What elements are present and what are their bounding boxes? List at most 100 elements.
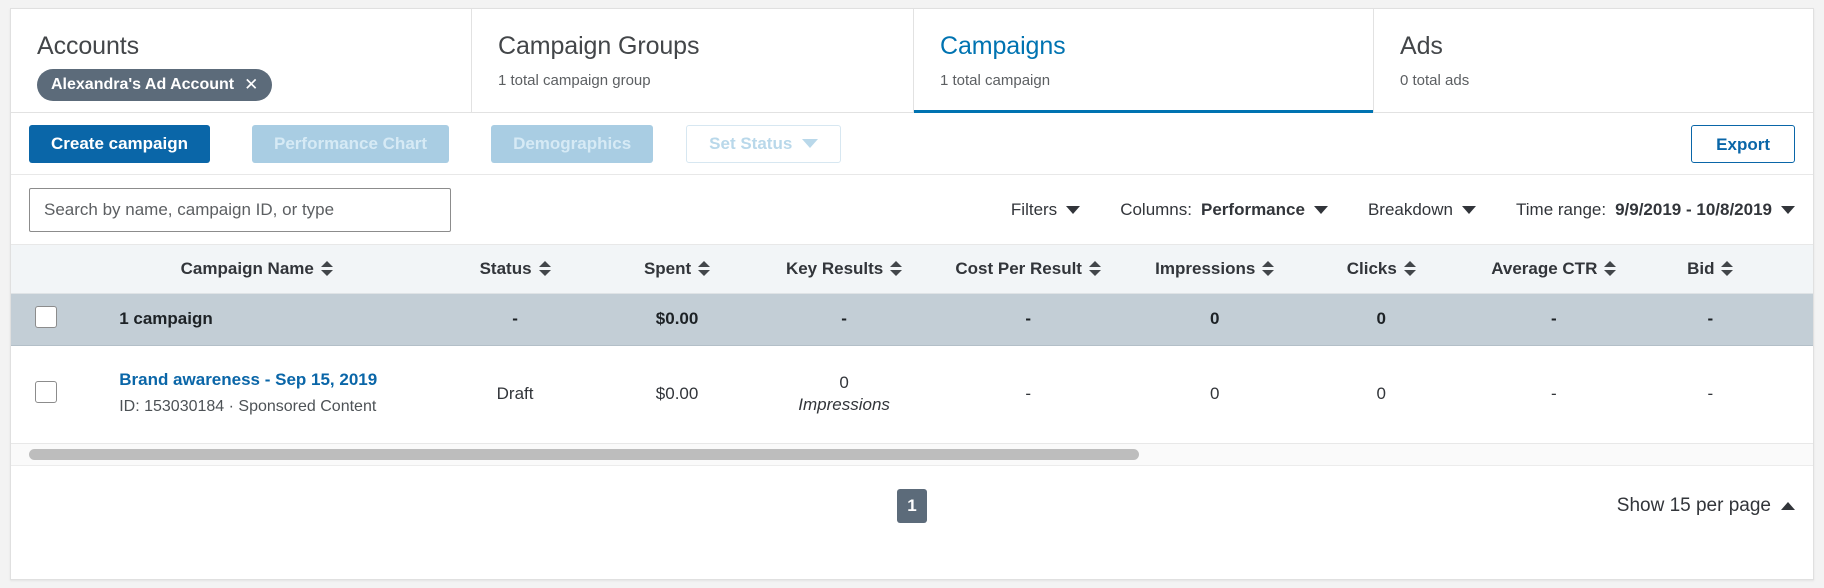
column-status[interactable]: Status [432, 245, 598, 293]
row-campaign-name-cell: Brand awareness - Sep 15, 2019 ID: 15303… [81, 345, 432, 443]
summary-checkbox-cell [11, 293, 81, 345]
sort-icon[interactable] [698, 261, 710, 276]
tab-campaigns-subtitle: 1 total campaign [940, 72, 1347, 90]
scrollbar-thumb[interactable] [29, 449, 1139, 460]
column-spent-label: Spent [644, 259, 691, 279]
row-checkbox[interactable] [35, 381, 57, 403]
page-button-1[interactable]: 1 [897, 489, 927, 523]
column-average-ctr[interactable]: Average CTR [1458, 245, 1651, 293]
row-key-results-cell: 0 Impressions [756, 345, 932, 443]
column-cost-per-result[interactable]: Cost Per Result [932, 245, 1125, 293]
column-campaign-name-label: Campaign Name [181, 259, 314, 279]
filters-label: Filters [1011, 200, 1057, 220]
row-checkbox-cell [11, 345, 81, 443]
summary-status-cell: - [432, 293, 598, 345]
column-avg-truncated[interactable]: Av [1770, 245, 1814, 293]
scrollbar-track[interactable] [29, 449, 1795, 460]
demographics-button[interactable]: Demographics [491, 125, 653, 163]
key-results-value: 0 [757, 372, 931, 393]
tab-campaign-groups[interactable]: Campaign Groups 1 total campaign group [472, 9, 914, 112]
export-button[interactable]: Export [1691, 125, 1795, 163]
row-avg-cell: - [1770, 345, 1814, 443]
breakdown-label: Breakdown [1368, 200, 1453, 220]
chevron-down-icon [1462, 206, 1476, 214]
select-all-checkbox[interactable] [35, 306, 57, 328]
summary-label-cell: 1 campaign [81, 293, 432, 345]
column-cost-per-result-label: Cost Per Result [955, 259, 1082, 279]
columns-dropdown[interactable]: Columns: Performance [1120, 200, 1328, 220]
column-bid[interactable]: Bid [1650, 245, 1770, 293]
account-chip[interactable]: Alexandra's Ad Account ✕ [37, 69, 272, 101]
horizontal-scrollbar[interactable] [11, 444, 1813, 466]
time-range-value: 9/9/2019 - 10/8/2019 [1615, 200, 1772, 220]
performance-chart-button[interactable]: Performance Chart [252, 125, 449, 163]
column-bid-label: Bid [1687, 259, 1714, 279]
tab-ads[interactable]: Ads 0 total ads [1374, 9, 1814, 112]
filter-controls: Filters Columns: Performance Breakdown T… [971, 200, 1795, 220]
create-campaign-button[interactable]: Create campaign [29, 125, 210, 163]
set-status-label: Set Status [709, 125, 792, 163]
key-results-label: Impressions [757, 393, 931, 416]
chevron-down-icon [1066, 206, 1080, 214]
columns-label: Columns: [1120, 200, 1192, 220]
sort-icon[interactable] [1262, 261, 1274, 276]
row-spent-cell: $0.00 [598, 345, 757, 443]
table-row[interactable]: Brand awareness - Sep 15, 2019 ID: 15303… [11, 345, 1814, 443]
breakdown-dropdown[interactable]: Breakdown [1368, 200, 1476, 220]
summary-avg-cell: - [1770, 293, 1814, 345]
column-key-results-label: Key Results [786, 259, 883, 279]
account-chip-label: Alexandra's Ad Account [51, 75, 234, 94]
set-status-button[interactable]: Set Status [686, 125, 841, 163]
tab-campaigns[interactable]: Campaigns 1 total campaign [914, 9, 1374, 112]
time-range-label: Time range: [1516, 200, 1606, 220]
row-average-ctr-cell: - [1458, 345, 1651, 443]
sort-icon[interactable] [890, 261, 902, 276]
tab-campaign-groups-title: Campaign Groups [498, 31, 887, 61]
sort-icon[interactable] [1404, 261, 1416, 276]
sort-icon[interactable] [1721, 261, 1733, 276]
campaigns-table-wrapper: Campaign Name Status S [11, 245, 1813, 444]
column-clicks-label: Clicks [1347, 259, 1397, 279]
table-header: Campaign Name Status S [11, 245, 1814, 293]
campaigns-table: Campaign Name Status S [11, 245, 1814, 444]
active-tab-indicator [914, 110, 1373, 113]
column-campaign-name[interactable]: Campaign Name [81, 245, 432, 293]
sort-icon[interactable] [539, 261, 551, 276]
column-clicks[interactable]: Clicks [1305, 245, 1457, 293]
sort-icon[interactable] [321, 261, 333, 276]
pagination: 1 [897, 489, 927, 523]
table-summary-row: 1 campaign - $0.00 - - 0 0 - - - [11, 293, 1814, 345]
sort-icon[interactable] [1089, 261, 1101, 276]
column-impressions[interactable]: Impressions [1124, 245, 1305, 293]
filters-dropdown[interactable]: Filters [1011, 200, 1080, 220]
tab-accounts[interactable]: Accounts Alexandra's Ad Account ✕ [11, 9, 472, 112]
campaign-manager-panel: Accounts Alexandra's Ad Account ✕ Campai… [10, 8, 1814, 580]
tab-campaign-groups-subtitle: 1 total campaign group [498, 72, 887, 90]
table-header-row: Campaign Name Status S [11, 245, 1814, 293]
tab-ads-title: Ads [1400, 31, 1788, 61]
row-bid-cell: - [1650, 345, 1770, 443]
campaign-name-link[interactable]: Brand awareness - Sep 15, 2019 [119, 369, 431, 391]
row-impressions-cell: 0 [1124, 345, 1305, 443]
summary-clicks-cell: 0 [1305, 293, 1457, 345]
time-range-dropdown[interactable]: Time range: 9/9/2019 - 10/8/2019 [1516, 200, 1795, 220]
close-icon[interactable]: ✕ [244, 76, 258, 93]
row-status-cell: Draft [432, 345, 598, 443]
chevron-up-icon [1781, 502, 1795, 510]
columns-value: Performance [1201, 200, 1305, 220]
column-key-results[interactable]: Key Results [756, 245, 932, 293]
summary-spent-cell: $0.00 [598, 293, 757, 345]
screenshot-root: Accounts Alexandra's Ad Account ✕ Campai… [0, 0, 1824, 588]
chevron-down-icon [1781, 206, 1795, 214]
chevron-down-icon [802, 139, 818, 148]
table-footer: 1 Show 15 per page [11, 466, 1813, 546]
column-impressions-label: Impressions [1155, 259, 1255, 279]
sort-icon[interactable] [1604, 261, 1616, 276]
column-average-ctr-label: Average CTR [1491, 259, 1597, 279]
column-spent[interactable]: Spent [598, 245, 757, 293]
search-input[interactable] [29, 188, 451, 232]
tab-campaigns-title: Campaigns [940, 31, 1347, 61]
summary-cost-per-result-cell: - [932, 293, 1125, 345]
per-page-selector[interactable]: Show 15 per page [1617, 495, 1795, 517]
tab-ads-subtitle: 0 total ads [1400, 72, 1788, 90]
